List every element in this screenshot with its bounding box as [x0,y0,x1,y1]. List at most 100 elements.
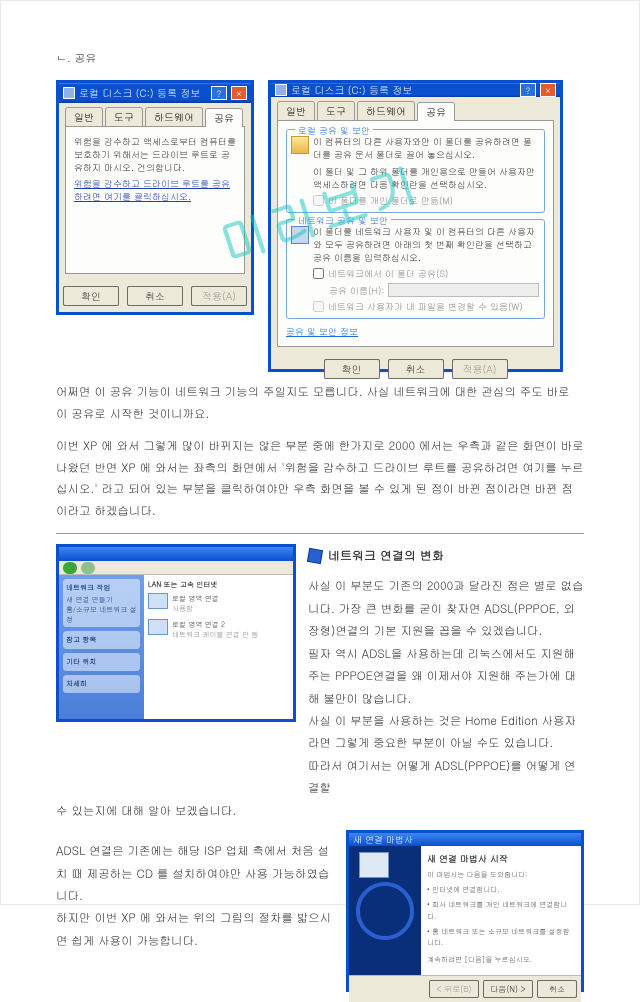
body-paragraph: 수 있는지에 대해 알아 보겠습니다. [56,800,584,822]
local-share-text1: 이 컴퓨터의 다른 사용자와만 이 폴더를 공유하려면 폴더를 공유 문서 폴더… [313,135,539,161]
network-tasks-panel: 네트워크 작업 새 연결 만들기 홈/소규모 네트워크 설정 [63,579,140,627]
back-icon[interactable] [63,562,77,574]
ok-button[interactable]: 확인 [63,286,119,306]
dialog-body: 로컬 공유 및 보안 이 컴퓨터의 다른 사용자와만 이 폴더를 공유하려면 폴… [277,120,554,347]
body-paragraph: 필자 역시 ADSL을 사용하는데 리눅스에서도 지원해주는 PPPOE연결을 … [308,643,584,710]
panel-heading: 기타 위치 [66,656,137,666]
wizard-bullet: • 홈 네트워크 또는 소규모 네트워크를 설정합니다. [427,926,575,948]
close-button[interactable]: × [540,83,556,97]
tab-sharing[interactable]: 공유 [205,108,243,127]
dialog-body: 위험을 감수하고 액세스로부터 컴퓨터를 보호하기 위해서는 드라이브 루트로 … [65,126,245,274]
ok-button[interactable]: 확인 [324,359,380,379]
connection-item[interactable]: 로컬 영역 연결 사용함 [148,593,289,613]
close-button[interactable]: × [231,86,247,100]
tab-hardware[interactable]: 하드웨어 [145,107,203,126]
share-name-input[interactable] [388,283,539,297]
make-private-checkbox[interactable] [313,195,324,206]
tab-strip: 일반 도구 하드웨어 공유 [59,103,251,126]
drive-icon [275,84,287,96]
wizard-content: 새 연결 마법사 시작 이 마법사는 다음을 도와줍니다: • 인터넷에 연결합… [421,846,581,975]
drive-icon [63,87,75,99]
local-sharing-group: 로컬 공유 및 보안 이 컴퓨터의 다른 사용자와만 이 폴더를 공유하려면 폴… [286,129,545,213]
share-hand-icon [291,226,309,244]
make-private-label: 이 폴더를 개인 폴더로 만듦(M) [328,194,453,207]
warning-text: 위험을 감수하고 액세스로부터 컴퓨터를 보호하기 위해서는 드라이브 루트로 … [74,135,236,174]
section-heading: ㄴ. 공유 [56,51,584,66]
connection-item[interactable]: 로컬 영역 연결 2 네트워크 케이블 연결 안 됨 [148,619,289,639]
body-paragraph: ADSL 연결은 기존에는 해당 ISP 업체 측에서 처음 설치 때 제공하는… [56,840,334,907]
panel-heading: 참고 항목 [66,634,137,644]
window-title: 로컬 디스크 (C:) 등록 정보 [79,86,200,100]
wizard-intro: 이 마법사는 다음을 도와줍니다: [427,869,575,880]
see-also-panel: 참고 항목 [63,631,140,649]
apply-button[interactable]: 적용(A) [452,359,508,379]
section-title-text: 네트워크 연결의 변화 [328,544,444,567]
wizard-buttons: < 뒤로(B) 다음(N) > 취소 [349,975,581,1002]
folder-icon [291,136,309,154]
network-sharing-group: 네트워크 공유 및 보안 이 폴더를 네트워크 사용자 및 이 컴퓨터의 다른 … [286,219,545,319]
tab-tools[interactable]: 도구 [317,101,355,120]
toolbar [59,561,293,575]
cancel-button[interactable]: 취소 [537,980,577,998]
lan-icon [148,619,168,635]
share-on-network-checkbox[interactable] [313,268,324,279]
allow-change-label: 네트워크 사용자가 내 파일을 변경할 수 있음(W) [328,300,523,313]
cancel-button[interactable]: 취소 [127,286,183,306]
network-connections-window: 네트워크 작업 새 연결 만들기 홈/소규모 네트워크 설정 참고 항목 기타 … [56,544,296,722]
help-button[interactable]: ? [520,83,536,97]
titlebar: 로컬 디스크 (C:) 등록 정보 ? × [59,83,251,103]
cancel-button[interactable]: 취소 [388,359,444,379]
network-share-text: 이 폴더를 네트워크 사용자 및 이 컴퓨터의 다른 사용자와 모두 공유하려면… [313,225,539,264]
next-button[interactable]: 다음(N) > [483,980,533,998]
body-paragraph: 사실 이 부분도 기존의 2000과 달라진 점은 별로 없습니다. 가장 큰 … [308,575,584,642]
allow-change-checkbox[interactable] [313,301,324,312]
window-title: 로컬 디스크 (C:) 등록 정보 [291,83,412,97]
tab-strip: 일반 도구 하드웨어 공유 [271,97,560,120]
connection-name: 로컬 영역 연결 [172,593,219,603]
body-paragraph-1: 어쩌면 이 공유 기능이 네트워크 기능의 주일지도 모릅니다. 사실 네트워크… [56,382,584,426]
task-link[interactable]: 새 연결 만들기 [66,594,137,604]
details-panel: 자세히 [63,675,140,693]
body-paragraph: 하지만 이번 XP 에 와서는 위의 그림의 절차를 밟으시면 쉽게 사용이 가… [56,907,334,952]
panel-heading: 자세히 [66,678,137,688]
dialog-buttons: 확인 취소 적용(A) [59,280,251,312]
dialog-buttons: 확인 취소 적용(A) [271,353,560,385]
task-link[interactable]: 홈/소규모 네트워크 설정 [66,604,137,624]
wizard-heading: 새 연결 마법사 시작 [427,852,575,865]
titlebar [59,547,293,561]
titlebar: 새 연결 마법사 [349,833,581,846]
back-button[interactable]: < 뒤로(B) [429,980,479,998]
new-connection-wizard: 새 연결 마법사 새 연결 마법사 시작 이 마법사는 다음을 도와줍니다: •… [346,830,584,992]
tasks-sidebar: 네트워크 작업 새 연결 만들기 홈/소규모 네트워크 설정 참고 항목 기타 … [59,575,144,719]
connection-status: 네트워크 케이블 연결 안 됨 [172,629,258,639]
connection-status: 사용함 [172,603,219,613]
body-paragraph: 사실 이 부분을 사용하는 것은 Home Edition 사용자라면 그렇게 … [308,710,584,755]
local-share-text2: 이 폴더 및 그 하위 폴더를 개인용으로 만들어 사용자만 액세스하려면 다음… [313,165,539,191]
tab-sharing[interactable]: 공유 [417,102,455,121]
titlebar: 로컬 디스크 (C:) 등록 정보 ? × [271,83,560,97]
wizard-icon [359,852,389,878]
connections-list: LAN 또는 고속 인터넷 로컬 영역 연결 사용함 로컬 영역 연결 2 네트… [144,575,293,719]
wizard-banner [349,846,421,975]
apply-button[interactable]: 적용(A) [191,286,247,306]
other-places-panel: 기타 위치 [63,653,140,671]
wizard-bullet: • 인터넷에 연결합니다. [427,884,575,895]
properties-dialog-full: 로컬 디스크 (C:) 등록 정보 ? × 일반 도구 하드웨어 공유 로컬 공… [268,80,563,372]
bullet-icon [307,548,323,564]
tab-general[interactable]: 일반 [65,107,103,126]
tab-tools[interactable]: 도구 [105,107,143,126]
properties-dialog-simple: 로컬 디스크 (C:) 등록 정보 ? × 일반 도구 하드웨어 공유 위험을 … [56,80,254,315]
tab-hardware[interactable]: 하드웨어 [357,101,415,120]
lan-icon [148,593,168,609]
sharing-security-link[interactable]: 공유 및 보안 정보 [286,325,545,338]
tab-general[interactable]: 일반 [277,101,315,120]
help-button[interactable]: ? [211,86,227,100]
category-header: LAN 또는 고속 인터넷 [148,579,289,589]
share-root-link[interactable]: 위험을 감수하고 드라이브 루트를 공유하려면 여기를 클릭하십시오. [74,177,236,203]
forward-icon[interactable] [81,562,95,574]
wizard-continue: 계속하려면 [다음]을 누르십시오. [427,954,575,965]
body-paragraph-2: 이번 XP 에 와서 그렇게 많이 바뀌지는 않은 부분 중에 한가지로 200… [56,436,584,523]
panel-heading: 네트워크 작업 [66,582,137,592]
connection-name: 로컬 영역 연결 2 [172,619,258,629]
group-legend: 네트워크 공유 및 보안 [295,214,391,227]
